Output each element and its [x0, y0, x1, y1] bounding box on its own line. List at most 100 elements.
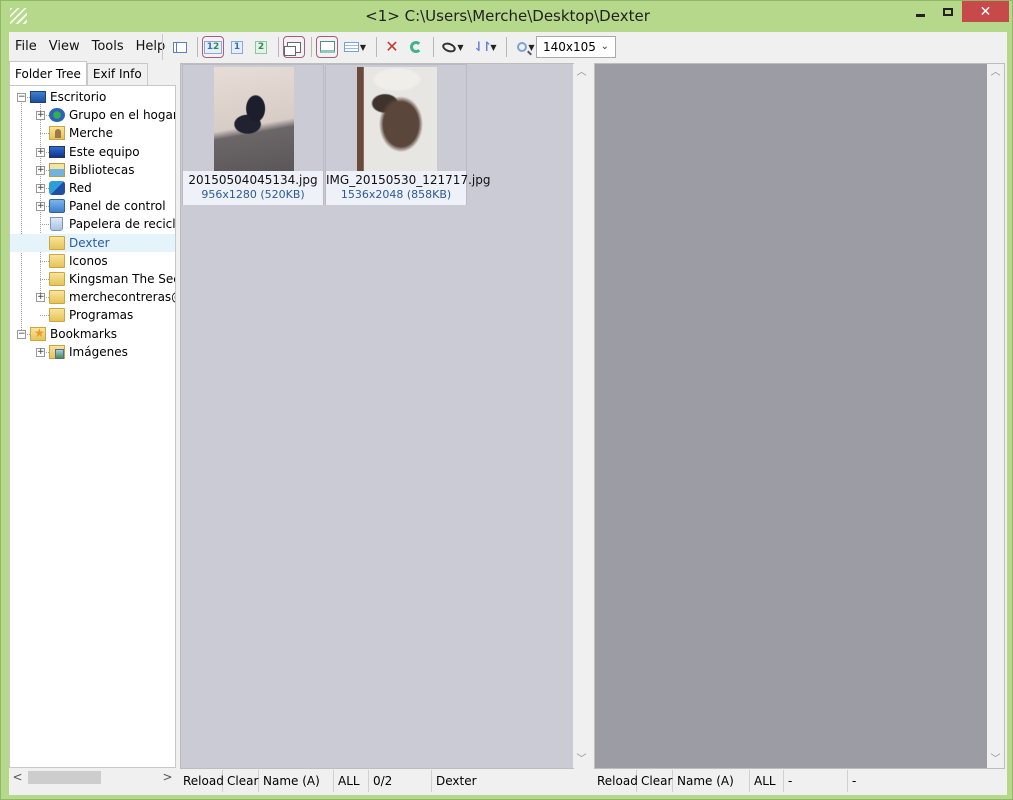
tab-exif-info[interactable]: Exif Info — [86, 63, 148, 85]
folder-tree: − Escritorio + Grupo en el hogar Merche + Este… — [9, 85, 176, 768]
dropdown-arrow-icon: ▼ — [528, 42, 535, 52]
minimize-button[interactable] — [905, 1, 935, 22]
toolbar-separator — [278, 37, 279, 57]
tree-item[interactable]: Escritorio — [30, 88, 106, 106]
thumbnail-pane[interactable]: 20150504045134.jpg 956x1280 (520KB) IMG_… — [180, 63, 590, 769]
expand-icon[interactable]: + — [36, 202, 45, 212]
tree-item-label: Grupo en el hogar — [69, 108, 176, 123]
tree-item[interactable]: Merche — [49, 124, 113, 142]
tree-item[interactable]: Kingsman The Secr — [49, 270, 175, 288]
filter-dropdown[interactable]: ▼ — [438, 36, 468, 58]
status-sort-button[interactable]: Name (A) — [259, 770, 334, 792]
expand-icon[interactable]: + — [36, 111, 45, 121]
collapse-icon[interactable]: − — [17, 93, 26, 102]
folder-icon — [49, 253, 65, 268]
panel-icon — [173, 41, 187, 53]
expand-icon[interactable]: + — [36, 165, 45, 175]
menu-view[interactable]: View — [43, 32, 86, 61]
maximize-button[interactable] — [933, 1, 963, 22]
sort-icon: ⇃↾ — [473, 39, 493, 55]
status-filter-button[interactable]: ALL — [334, 770, 369, 792]
tree-item[interactable]: Dexter — [10, 233, 175, 252]
tree-item-label: Programas — [69, 308, 134, 323]
left-panel-tabs: Folder Tree Exif Info — [9, 61, 148, 85]
tree-item[interactable]: Bookmarks — [30, 325, 117, 343]
toggle-tree-panel-button[interactable] — [169, 36, 191, 58]
minimize-icon — [915, 14, 925, 17]
tree-item[interactable]: Imágenes — [49, 343, 128, 361]
preview-vertical-scrollbar[interactable]: ︿ ﹀ — [987, 64, 1004, 768]
list-icon — [343, 42, 359, 52]
tree-item[interactable]: Papelera de reciclaj — [49, 215, 175, 233]
tree-item[interactable]: Panel de control — [49, 197, 166, 215]
thumbnail-info: 956x1280 (520KB) — [201, 188, 305, 201]
dropdown-arrow-icon: ▼ — [490, 42, 497, 52]
status-count: 0/2 — [369, 770, 432, 792]
expand-icon[interactable]: + — [36, 347, 45, 357]
scrollbar-thumb[interactable] — [28, 771, 101, 784]
status-sort-button[interactable]: Name (A) — [673, 770, 750, 792]
thumbnail-vertical-scrollbar[interactable]: ︿ ﹀ — [573, 64, 590, 768]
menu-tools[interactable]: Tools — [86, 32, 130, 61]
desktop-icon — [30, 91, 46, 103]
scroll-right-button[interactable]: > — [159, 769, 176, 786]
expand-icon[interactable]: + — [36, 184, 45, 193]
pane-1-2-icon: 12 — [203, 40, 223, 54]
scroll-down-button[interactable]: ﹀ — [987, 751, 1004, 768]
tree-item[interactable]: Programas — [49, 306, 133, 324]
expand-icon[interactable]: + — [36, 147, 45, 157]
preview-pane[interactable]: ︿ ﹀ — [594, 63, 1005, 769]
scroll-up-button[interactable]: ︿ — [573, 64, 590, 81]
tab-folder-tree[interactable]: Folder Tree — [9, 61, 87, 85]
expand-icon[interactable]: + — [36, 293, 45, 303]
pane-1-button[interactable]: 1 — [226, 36, 248, 58]
chevron-down-icon: ⌄ — [600, 41, 609, 52]
tree-item[interactable]: Grupo en el hogar — [49, 106, 176, 124]
tree-item[interactable]: Bibliotecas — [49, 161, 134, 179]
delete-button[interactable]: ✕ — [381, 36, 403, 58]
collapse-icon[interactable]: − — [17, 329, 26, 339]
status-reload-button[interactable]: Reload — [593, 770, 638, 792]
thumbnail-view-button[interactable] — [283, 36, 305, 58]
close-button[interactable]: ✕ — [962, 1, 1009, 22]
images-icon — [49, 344, 65, 359]
menu-bar: File View Tools Help — [9, 32, 171, 61]
scroll-up-button[interactable]: ︿ — [987, 64, 1004, 81]
tree-item-label: Panel de control — [69, 199, 166, 214]
thumbnail-item[interactable]: 20150504045134.jpg 956x1280 (520KB) — [182, 64, 324, 205]
menu-file[interactable]: File — [9, 32, 43, 61]
status-reload-button[interactable]: Reload — [179, 770, 224, 792]
tree-item[interactable]: Red — [49, 179, 92, 197]
libraries-icon — [49, 162, 65, 177]
status-clear-button[interactable]: Clear — [223, 770, 259, 792]
magnifier-icon — [517, 42, 528, 52]
thumbnail-item[interactable]: IMG_20150530_121717.jpg 1536x2048 (858KB… — [325, 64, 490, 205]
status-filter-button[interactable]: ALL — [750, 770, 784, 792]
tree-connector-line — [40, 260, 49, 262]
control-icon — [49, 199, 65, 214]
scroll-down-button[interactable]: ﹀ — [573, 751, 590, 768]
menu-help[interactable]: Help — [130, 32, 172, 61]
status-clear-button[interactable]: Clear — [637, 770, 673, 792]
tree-horizontal-scrollbar[interactable]: < > — [9, 769, 176, 786]
thumbnail-icon — [284, 41, 301, 56]
tree-item[interactable]: Este equipo — [49, 143, 140, 161]
network-icon — [49, 181, 65, 195]
tree-item-label: Bibliotecas — [69, 162, 135, 177]
thumbnail-info: 1536x2048 (858KB) — [340, 188, 452, 201]
preview-view-button[interactable] — [316, 36, 338, 58]
title-bar[interactable]: <1> C:\Users\Merche\Desktop\Dexter ✕ — [1, 1, 1013, 32]
reload-button[interactable] — [405, 36, 427, 58]
pane-2-button[interactable]: 2 — [250, 36, 272, 58]
list-view-dropdown[interactable]: ▼ — [340, 36, 370, 58]
tree-item[interactable]: Iconos — [49, 252, 108, 270]
dual-pane-button[interactable]: 12 — [202, 36, 224, 58]
user-icon — [49, 126, 65, 141]
tree-item-label: merchecontreras@l — [69, 290, 176, 305]
tree-item[interactable]: merchecontreras@l — [49, 288, 176, 306]
tree-item-label: Iconos — [69, 253, 108, 268]
sort-dropdown[interactable]: ⇃↾ ▼ — [470, 36, 500, 58]
scroll-left-button[interactable]: < — [9, 769, 26, 786]
thumbnail-size-select[interactable]: 140x105 ⌄ — [536, 36, 616, 58]
thumbnail-caption: IMG_20150530_121717.jpg 1536x2048 (858KB… — [326, 171, 490, 205]
